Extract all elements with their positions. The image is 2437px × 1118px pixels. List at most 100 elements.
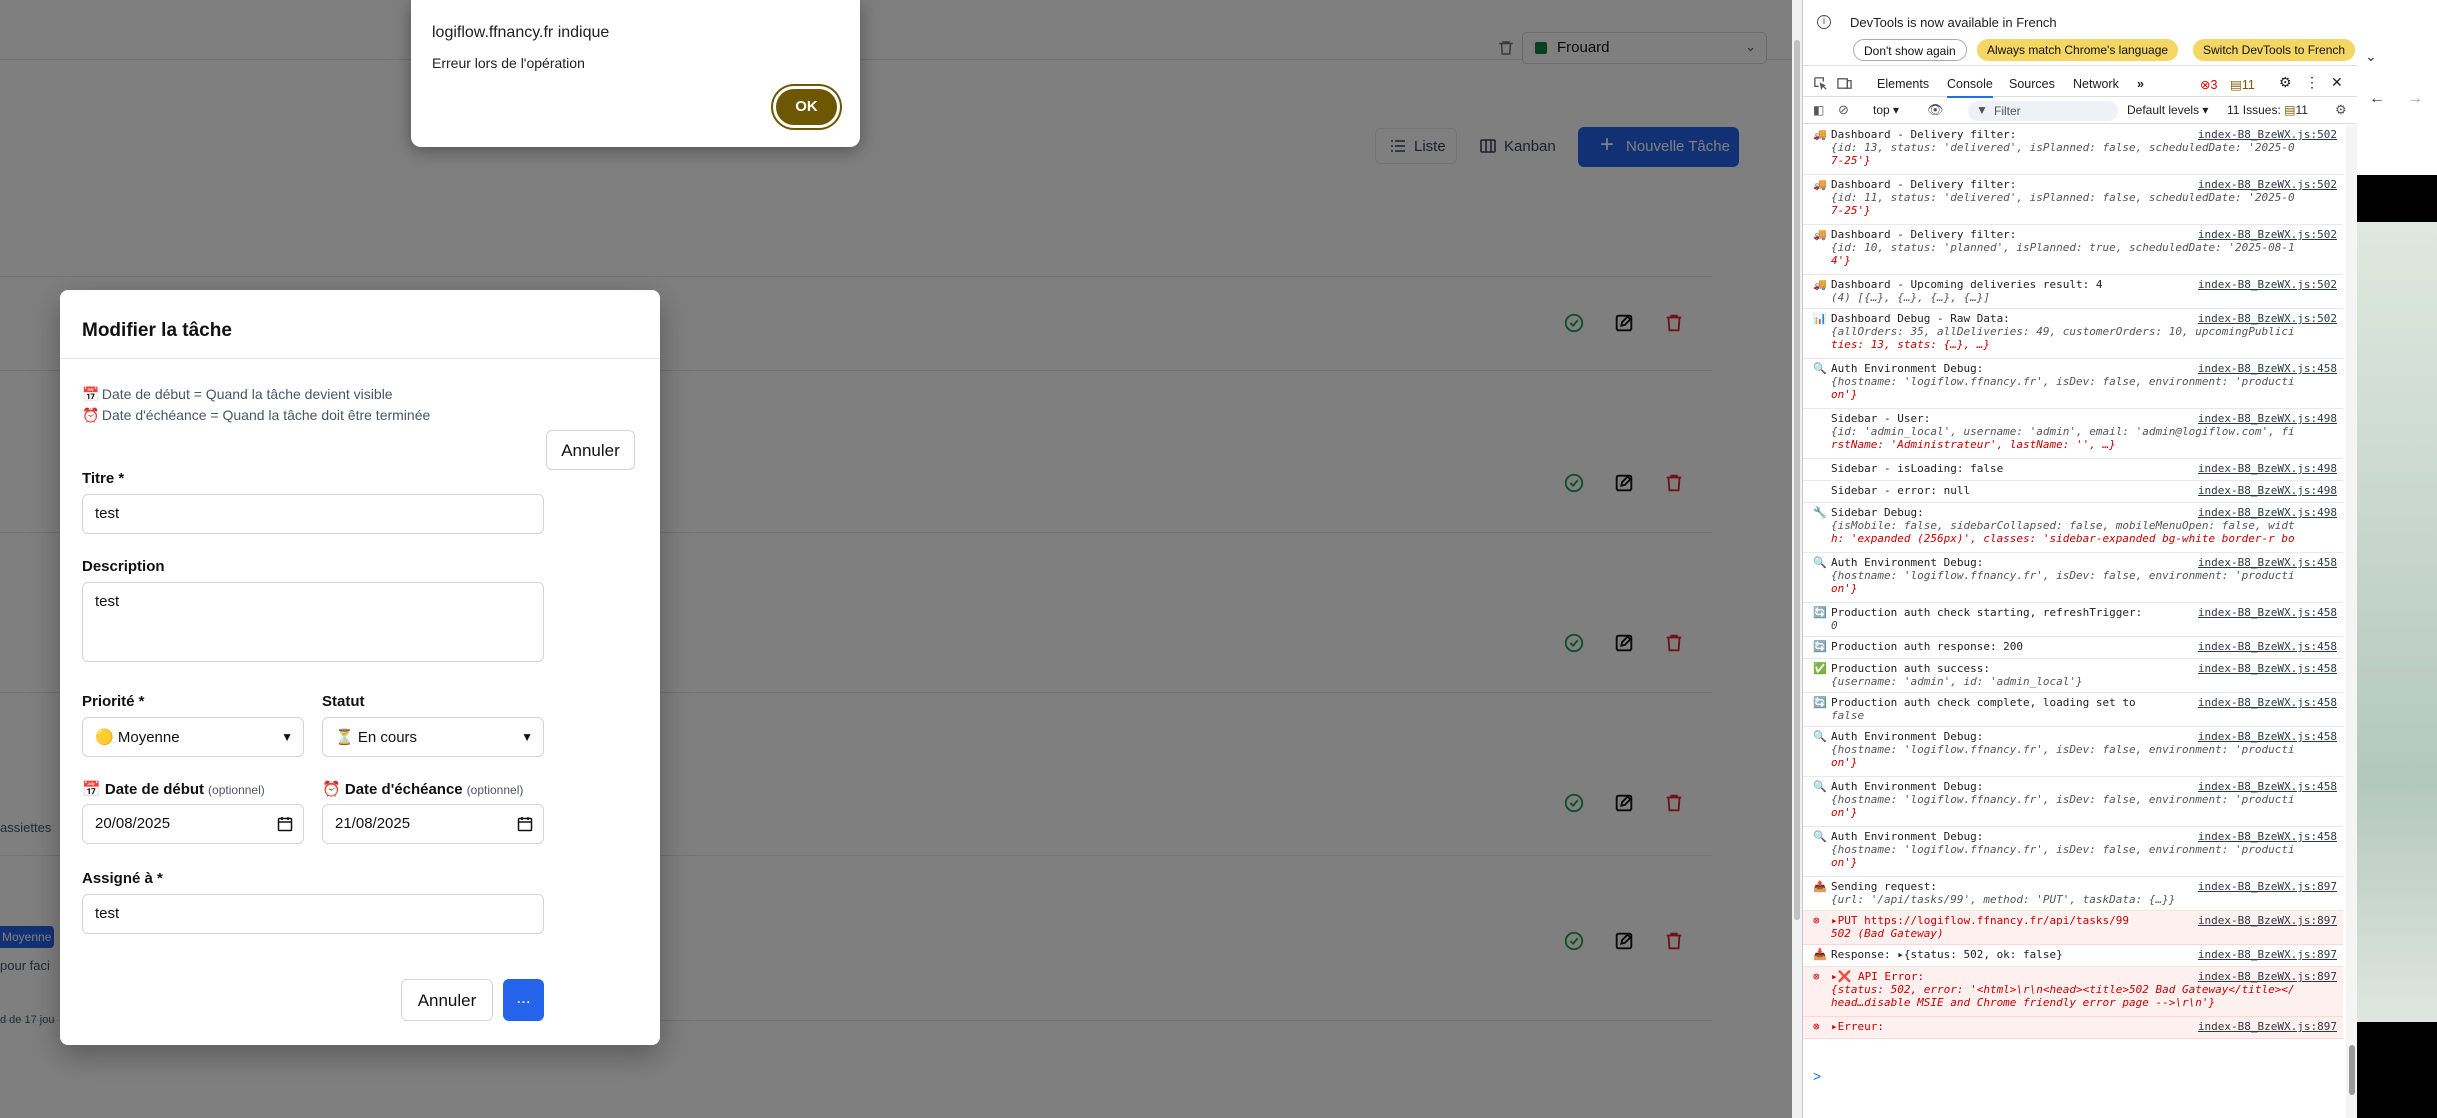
log-source-link[interactable]: index-B8_BzeWX.js:897 bbox=[2198, 914, 2337, 927]
log-object-preview[interactable]: {id: 11, status: 'delivered', isPlanned:… bbox=[1831, 191, 2295, 204]
log-source-link[interactable]: index-B8_BzeWX.js:458 bbox=[2198, 830, 2337, 843]
log-object-preview[interactable]: {id: 'admin_local', username: 'admin', e… bbox=[1831, 425, 2295, 438]
console-log-message[interactable]: Sidebar - isLoading: false index-B8_BzeWX… bbox=[1803, 459, 2343, 481]
calendar-picker-icon[interactable] bbox=[517, 816, 533, 832]
error-count-badge[interactable]: ⊗3 bbox=[2200, 77, 2217, 92]
cancel-top-button[interactable]: Annuler bbox=[546, 430, 635, 470]
due-date-input[interactable]: 21/08/2025 bbox=[322, 804, 544, 844]
settings-gear-icon[interactable]: ⚙ bbox=[2279, 74, 2292, 91]
device-toolbar-icon[interactable] bbox=[1837, 76, 1852, 91]
log-source-link[interactable]: index-B8_BzeWX.js:498 bbox=[2198, 484, 2337, 497]
scrollbar-thumb[interactable] bbox=[1794, 40, 1800, 920]
console-log-message[interactable]: 🔍 Auth Environment Debug: index-B8_BzeWX.j… bbox=[1803, 727, 2343, 777]
calendar-picker-icon[interactable] bbox=[277, 816, 293, 832]
page-scrollbar[interactable] bbox=[1792, 0, 1802, 1118]
log-object-preview[interactable]: {allOrders: 35, allDeliveries: 49, custo… bbox=[1831, 325, 2295, 338]
log-source-link[interactable]: index-B8_BzeWX.js:498 bbox=[2198, 462, 2337, 475]
save-button[interactable]: ... bbox=[503, 979, 544, 1021]
console-log-message[interactable]: 🔄 Production auth check complete, loading… bbox=[1803, 693, 2343, 727]
assigned-input[interactable]: test bbox=[82, 894, 544, 934]
console-scrollbar[interactable] bbox=[2346, 125, 2357, 1118]
kebab-menu-icon[interactable]: ⋮ bbox=[2305, 74, 2319, 91]
tab-elements[interactable]: Elements bbox=[1877, 77, 1929, 91]
console-log-message[interactable]: 📊 Dashboard Debug - Raw Data: index-B8_Bze… bbox=[1803, 309, 2343, 359]
log-source-link[interactable]: index-B8_BzeWX.js:502 bbox=[2198, 228, 2337, 241]
log-source-link[interactable]: index-B8_BzeWX.js:458 bbox=[2198, 780, 2337, 793]
console-log-message[interactable]: 🔧 Sidebar Debug: index-B8_BzeWX.js:498 {isM… bbox=[1803, 503, 2343, 553]
console-log-message[interactable]: Sidebar - error: null index-B8_BzeWX.js:4… bbox=[1803, 481, 2343, 503]
console-log-message[interactable]: 🔄 Production auth check starting, refresh… bbox=[1803, 603, 2343, 637]
console-error-message[interactable]: ⊗ ▸Erreur: index-B8_BzeWX.js:897 bbox=[1803, 1017, 2343, 1039]
log-object-preview[interactable]: 502 (Bad Gateway) bbox=[1831, 927, 1944, 940]
console-settings-icon[interactable]: ⚙ bbox=[2335, 102, 2347, 118]
console-filter-input[interactable]: ▼ Filter bbox=[1968, 101, 2118, 121]
close-icon[interactable]: ✕ bbox=[2331, 74, 2343, 91]
console-log-message[interactable]: 🚚 Dashboard - Delivery filter: index-B8_Bz… bbox=[1803, 125, 2343, 175]
console-log-message[interactable]: 🔄 Production auth response: 200 index-B8_B… bbox=[1803, 637, 2343, 659]
more-tabs-icon[interactable]: » bbox=[2137, 77, 2144, 91]
status-select[interactable]: ⏳ En cours ▼ bbox=[322, 717, 544, 757]
console-log-message[interactable]: 🔍 Auth Environment Debug: index-B8_BzeWX.j… bbox=[1803, 553, 2343, 603]
warning-count-badge[interactable]: ▤11 bbox=[2230, 77, 2255, 92]
log-source-link[interactable]: index-B8_BzeWX.js:458 bbox=[2198, 556, 2337, 569]
log-object-preview[interactable]: false bbox=[1831, 709, 1864, 722]
log-object-preview[interactable]: {isMobile: false, sidebarCollapsed: fals… bbox=[1831, 519, 2295, 532]
log-source-link[interactable]: index-B8_BzeWX.js:897 bbox=[2198, 970, 2337, 983]
switch-devtools-french-button[interactable]: Switch DevTools to French bbox=[2193, 39, 2356, 61]
console-error-message[interactable]: ⊗ ▸❌ API Error: index-B8_BzeWX.js:897 {stat… bbox=[1803, 967, 2343, 1017]
start-date-input[interactable]: 20/08/2025 bbox=[82, 804, 304, 844]
log-object-preview[interactable]: {url: '/api/tasks/99', method: 'PUT', ta… bbox=[1831, 893, 2175, 906]
log-source-link[interactable]: index-B8_BzeWX.js:498 bbox=[2198, 506, 2337, 519]
log-source-link[interactable]: index-B8_BzeWX.js:458 bbox=[2198, 662, 2337, 675]
tab-console[interactable]: Console bbox=[1947, 77, 1993, 98]
console-log-message[interactable]: 📤 Sending request: index-B8_BzeWX.js:897 {u… bbox=[1803, 877, 2343, 911]
log-levels-select[interactable]: Default levels ▾ bbox=[2127, 103, 2208, 117]
log-source-link[interactable]: index-B8_BzeWX.js:458 bbox=[2198, 362, 2337, 375]
tab-sources[interactable]: Sources bbox=[2009, 77, 2055, 91]
log-source-link[interactable]: index-B8_BzeWX.js:897 bbox=[2198, 948, 2337, 961]
log-object-preview[interactable]: {hostname: 'logiflow.ffnancy.fr', isDev:… bbox=[1831, 375, 2295, 388]
log-object-preview[interactable]: {id: 13, status: 'delivered', isPlanned:… bbox=[1831, 141, 2295, 154]
log-source-link[interactable]: index-B8_BzeWX.js:458 bbox=[2198, 730, 2337, 743]
log-source-link[interactable]: index-B8_BzeWX.js:458 bbox=[2198, 606, 2337, 619]
cancel-button[interactable]: Annuler bbox=[401, 979, 493, 1021]
console-log-message[interactable]: 🔍 Auth Environment Debug: index-B8_BzeWX.j… bbox=[1803, 827, 2343, 877]
log-object-preview[interactable]: 0 bbox=[1831, 619, 1838, 632]
console-log-message[interactable]: Sidebar - User: index-B8_BzeWX.js:498 {id:… bbox=[1803, 409, 2343, 459]
title-input[interactable]: test bbox=[82, 494, 544, 534]
alert-ok-button[interactable]: OK bbox=[773, 86, 840, 128]
log-source-link[interactable]: index-B8_BzeWX.js:897 bbox=[2198, 1020, 2337, 1033]
console-log-message[interactable]: 🚚 Dashboard - Upcoming deliveries result:… bbox=[1803, 275, 2343, 309]
console-log-message[interactable]: 📥 Response: ▸{status: 502, ok: false} inde… bbox=[1803, 945, 2343, 967]
forward-arrow-icon[interactable]: → bbox=[2407, 90, 2423, 108]
console-log-message[interactable]: 🔍 Auth Environment Debug: index-B8_BzeWX.j… bbox=[1803, 777, 2343, 827]
log-object-preview[interactable]: (4) [{…}, {…}, {…}, {…}] bbox=[1831, 291, 1990, 304]
inspect-element-icon[interactable] bbox=[1813, 76, 1828, 91]
log-source-link[interactable]: index-B8_BzeWX.js:458 bbox=[2198, 640, 2337, 653]
eye-icon[interactable]: 👁 bbox=[1927, 102, 1944, 118]
log-source-link[interactable]: index-B8_BzeWX.js:502 bbox=[2198, 312, 2337, 325]
log-object-preview[interactable]: {hostname: 'logiflow.ffnancy.fr', isDev:… bbox=[1831, 743, 2295, 756]
log-source-link[interactable]: index-B8_BzeWX.js:897 bbox=[2198, 880, 2337, 893]
log-source-link[interactable]: index-B8_BzeWX.js:502 bbox=[2198, 278, 2337, 291]
tab-network[interactable]: Network bbox=[2073, 77, 2119, 91]
console-log-message[interactable]: 🔍 Auth Environment Debug: index-B8_BzeWX.j… bbox=[1803, 359, 2343, 409]
sidebar-toggle-icon[interactable]: ◧ bbox=[1813, 103, 1824, 117]
back-arrow-icon[interactable]: ← bbox=[2369, 90, 2385, 108]
clear-console-icon[interactable]: ⊘ bbox=[1838, 102, 1849, 118]
log-source-link[interactable]: index-B8_BzeWX.js:502 bbox=[2198, 128, 2337, 141]
console-log-message[interactable]: 🚚 Dashboard - Delivery filter: index-B8_Bz… bbox=[1803, 175, 2343, 225]
always-match-language-button[interactable]: Always match Chrome's language bbox=[1977, 39, 2179, 61]
console-log-message[interactable]: ✅ Production auth success: index-B8_BzeWX.… bbox=[1803, 659, 2343, 693]
log-source-link[interactable]: index-B8_BzeWX.js:502 bbox=[2198, 178, 2337, 191]
dont-show-again-button[interactable]: Don't show again bbox=[1853, 39, 1967, 61]
console-log-message[interactable]: 🚚 Dashboard - Delivery filter: index-B8_Bz… bbox=[1803, 225, 2343, 275]
priority-select[interactable]: 🟡 Moyenne ▼ bbox=[82, 717, 304, 757]
log-object-preview[interactable]: {hostname: 'logiflow.ffnancy.fr', isDev:… bbox=[1831, 569, 2295, 582]
log-source-link[interactable]: index-B8_BzeWX.js:458 bbox=[2198, 696, 2337, 709]
description-textarea[interactable]: test bbox=[82, 582, 544, 662]
chevron-down-icon[interactable]: ⌄ bbox=[2365, 48, 2377, 65]
log-object-preview[interactable]: {status: 502, error: '<html>\r\n<head><t… bbox=[1831, 983, 2295, 996]
log-source-link[interactable]: index-B8_BzeWX.js:498 bbox=[2198, 412, 2337, 425]
scrollbar-thumb[interactable] bbox=[2349, 1045, 2355, 1095]
